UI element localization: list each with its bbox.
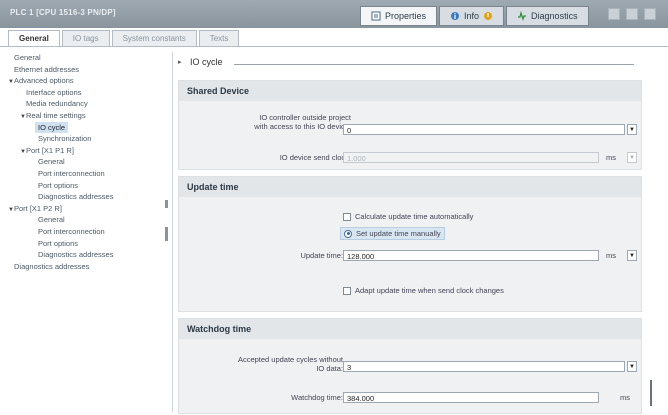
send-clock-unit: ms: [606, 153, 616, 162]
nav-item[interactable]: Interface options: [8, 87, 164, 99]
window-title: PLC 1 [CPU 1516-3 PN/DP]: [10, 8, 116, 17]
vertical-scrollbar[interactable]: [650, 380, 652, 406]
nav-item[interactable]: ▼Port [X1 P1 R]: [8, 145, 164, 157]
nav-item[interactable]: Diagnostics addresses: [8, 249, 164, 261]
tab-diagnostics-label: Diagnostics: [531, 11, 578, 21]
controller-count-field[interactable]: 0: [343, 124, 625, 135]
tab-texts[interactable]: Texts: [198, 30, 240, 46]
nav-item[interactable]: Diagnostics addresses: [8, 191, 164, 203]
nav-item[interactable]: General: [8, 52, 164, 64]
manual-update-option[interactable]: Set update time manually: [340, 227, 445, 240]
nav-item[interactable]: Port options: [8, 180, 164, 192]
maximize-icon[interactable]: [626, 8, 638, 20]
properties-icon: [371, 11, 381, 21]
sub-tabs: General IO tags System constants Texts: [8, 30, 241, 46]
auto-update-option[interactable]: Calculate update time automatically: [343, 212, 473, 221]
section-rule: [234, 64, 634, 65]
shared-device-panel: Shared Device IO controller outside proj…: [178, 80, 642, 170]
adapt-update-label: Adapt update time when send clock change…: [355, 286, 504, 295]
nav-item[interactable]: Diagnostics addresses: [8, 261, 164, 273]
update-time-panel: Update time Calculate update time automa…: [178, 176, 642, 312]
nav-item[interactable]: General: [8, 214, 164, 226]
auto-update-label: Calculate update time automatically: [355, 212, 474, 221]
nav-item[interactable]: Port interconnection: [8, 168, 164, 180]
inspector-tabs: Properties Info Diagnostics: [360, 6, 589, 26]
tab-system-constants[interactable]: System constants: [111, 30, 197, 46]
watchdog-panel: Watchdog time Accepted update cycles wit…: [178, 318, 642, 414]
auto-update-checkbox[interactable]: [343, 212, 351, 221]
update-time-unit: ms: [606, 251, 616, 260]
controller-label: IO controller outside project with acces…: [254, 113, 351, 131]
watchdog-time-field: 384.000: [343, 392, 599, 403]
tab-info[interactable]: Info: [439, 6, 505, 26]
watchdog-heading: Watchdog time: [179, 319, 641, 339]
watchdog-time-label: Watchdog time:: [291, 393, 343, 402]
close-icon[interactable]: [644, 8, 656, 20]
splitter-grip[interactable]: [165, 227, 168, 241]
nav-item[interactable]: ▼Real time settings: [8, 110, 164, 122]
nav-item[interactable]: ▼Port [X1 P2 R]: [8, 203, 164, 215]
accepted-cycles-dropdown-icon[interactable]: ▼: [627, 361, 637, 372]
watchdog-time-unit: ms: [620, 393, 630, 402]
send-clock-label: IO device send clock:: [279, 153, 351, 162]
accepted-cycles-label: Accepted update cycles without IO data:: [237, 355, 343, 373]
tab-io-tags[interactable]: IO tags: [61, 30, 110, 46]
warning-icon: [484, 12, 493, 20]
nav-item[interactable]: ▼Advanced options: [8, 75, 164, 87]
send-clock-dropdown-icon: ▼: [627, 152, 637, 163]
window-controls: [608, 8, 656, 20]
inspector-titlebar: PLC 1 [CPU 1516-3 PN/DP] Properties Info…: [0, 0, 668, 28]
tab-general[interactable]: General: [8, 30, 60, 46]
update-time-label: Update time:: [300, 251, 343, 260]
nav-item-io-cycle[interactable]: IO cycle: [8, 121, 164, 134]
diagnostics-icon: [518, 11, 527, 21]
tab-diagnostics[interactable]: Diagnostics: [506, 6, 589, 26]
tab-info-label: Info: [464, 11, 480, 21]
shared-device-heading: Shared Device: [179, 81, 641, 101]
section-header[interactable]: ▸ IO cycle: [178, 56, 638, 70]
navigation-tree: General Ethernet addresses ▼Advanced opt…: [8, 52, 164, 412]
splitter-grip[interactable]: [165, 200, 168, 208]
manual-update-radio[interactable]: [344, 229, 352, 238]
nav-item[interactable]: Ethernet addresses: [8, 64, 164, 76]
tab-properties-label: Properties: [385, 11, 427, 21]
nav-item[interactable]: Port options: [8, 238, 164, 250]
section-title: IO cycle: [190, 57, 223, 67]
update-time-field[interactable]: 128.000: [343, 250, 599, 261]
update-time-dropdown-icon[interactable]: ▼: [627, 250, 637, 261]
collapse-arrow-icon[interactable]: ▸: [178, 58, 182, 66]
tab-properties[interactable]: Properties: [360, 6, 438, 26]
pane-splitter[interactable]: [164, 52, 173, 412]
accepted-cycles-field[interactable]: 3: [343, 361, 625, 372]
send-clock-field: 1.000: [343, 152, 599, 163]
adapt-update-option[interactable]: Adapt update time when send clock change…: [343, 286, 504, 295]
nav-item[interactable]: Media redundancy: [8, 98, 164, 110]
adapt-update-checkbox[interactable]: [343, 286, 351, 295]
nav-item[interactable]: Synchronization: [8, 133, 164, 145]
info-icon: [451, 12, 460, 20]
update-time-heading: Update time: [179, 177, 641, 197]
minimize-icon[interactable]: [608, 8, 620, 20]
tabs-divider: [0, 46, 668, 47]
nav-item[interactable]: General: [8, 156, 164, 168]
controller-dropdown-icon[interactable]: ▼: [627, 124, 637, 135]
manual-update-label: Set update time manually: [356, 229, 441, 238]
nav-item[interactable]: Port interconnection: [8, 226, 164, 238]
